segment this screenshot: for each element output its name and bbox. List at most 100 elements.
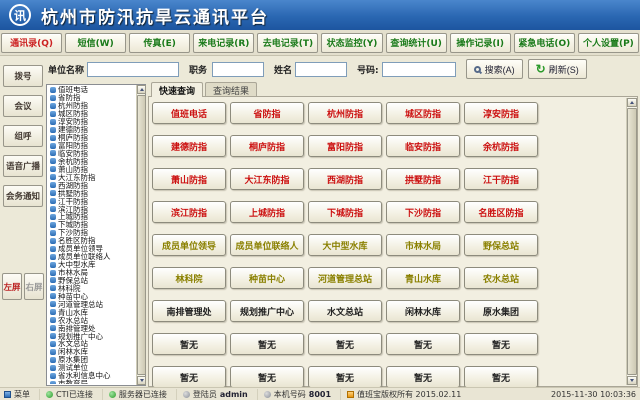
phone-icon [50, 198, 56, 204]
contact-group-button[interactable]: 建德防指 [152, 135, 226, 157]
contact-group-button[interactable]: 西湖防指 [308, 168, 382, 190]
contact-group-button[interactable]: 成员单位联络人 [230, 234, 304, 256]
contact-group-button[interactable]: 城区防指 [386, 102, 460, 124]
search-field-label: 职务 [189, 63, 207, 76]
menu-item[interactable]: 通讯录(Q) [1, 33, 62, 53]
contact-group-button[interactable]: 大中型水库 [308, 234, 382, 256]
phone-icon [50, 111, 56, 117]
contact-group-button[interactable]: 成员单位领导 [152, 234, 226, 256]
contact-group-button[interactable]: 江干防指 [464, 168, 538, 190]
contact-group-button[interactable]: 下城防指 [308, 201, 382, 223]
menu-item[interactable]: 查询统计(U) [386, 33, 447, 53]
contact-group-button[interactable]: 农水总站 [464, 267, 538, 289]
contact-group-button[interactable]: 杭州防指 [308, 102, 382, 124]
contact-group-button[interactable]: 市林水局 [386, 234, 460, 256]
contact-group-button[interactable]: 原水集团 [464, 300, 538, 322]
contact-group-button[interactable]: 暂无 [464, 366, 538, 388]
grid-scrollbar-thumb[interactable] [627, 108, 637, 375]
contact-tree-list: 值班电话省防指杭州防指城区防指淳安防指建德防指桐庐防指富阳防指临安防指余杭防指萧… [48, 86, 135, 384]
local-phone-number: 本机号码 8001 [257, 389, 331, 400]
contact-group-button[interactable]: 种苗中心 [230, 267, 304, 289]
contact-group-button[interactable]: 萧山防指 [152, 168, 226, 190]
phone-icon [50, 317, 56, 323]
contact-group-button[interactable]: 下沙防指 [386, 201, 460, 223]
menu-item[interactable]: 个人设置(P) [578, 33, 639, 53]
sidebar-button[interactable]: 组呼 [3, 125, 43, 147]
phone-icon [50, 230, 56, 236]
contact-group-button[interactable]: 林科院 [152, 267, 226, 289]
cti-status-label: CTI已连接 [56, 389, 93, 400]
contact-group-button[interactable]: 暂无 [308, 366, 382, 388]
sidebar-button[interactable]: 会务通知 [3, 185, 43, 207]
contact-group-button[interactable]: 名胜区防指 [464, 201, 538, 223]
contact-group-button[interactable]: 野保总站 [464, 234, 538, 256]
contact-group-button[interactable]: 规划推广中心 [230, 300, 304, 322]
app-title: 杭州市防汛抗旱云通讯平台 [41, 3, 269, 28]
copyright-text: 值班宝版权所有 2015.02.11 [357, 389, 461, 400]
contact-group-button[interactable]: 拱墅防指 [386, 168, 460, 190]
contact-group-button[interactable]: 临安防指 [386, 135, 460, 157]
sidebar-button[interactable]: 拨号 [3, 65, 43, 87]
phone-icon [50, 349, 56, 355]
contact-group-button[interactable]: 暂无 [386, 333, 460, 355]
sidebar-button[interactable]: 会议 [3, 95, 43, 117]
contact-group-button[interactable]: 暂无 [152, 333, 226, 355]
contact-group-button[interactable]: 暂无 [230, 366, 304, 388]
grid-scrollbar [626, 98, 636, 385]
contact-group-button[interactable]: 南排管理处 [152, 300, 226, 322]
menu-item[interactable]: 状态监控(Y) [321, 33, 382, 53]
scroll-down-icon[interactable] [137, 376, 146, 385]
contact-group-button[interactable]: 暂无 [230, 333, 304, 355]
phone-icon [50, 381, 56, 384]
refresh-button[interactable]: ↻ 刷新(S) [528, 59, 587, 79]
contact-group-button[interactable]: 大江东防指 [230, 168, 304, 190]
contact-group-button[interactable]: 青山水库 [386, 267, 460, 289]
menu-item[interactable]: 去电记录(T) [257, 33, 318, 53]
search-field-input[interactable] [87, 62, 179, 77]
contact-group-button[interactable]: 暂无 [308, 333, 382, 355]
contact-group-button[interactable]: 淳安防指 [464, 102, 538, 124]
screen-toggle-button[interactable]: 左屏 [2, 273, 22, 300]
search-button[interactable]: 搜索(A) [466, 59, 523, 79]
phone-icon [50, 373, 56, 379]
sidebar-button[interactable]: 语音广播 [3, 155, 43, 177]
contact-group-button[interactable]: 值班电话 [152, 102, 226, 124]
screen-toggle-button[interactable]: 右屏 [24, 273, 44, 300]
contact-group-button[interactable]: 闲林水库 [386, 300, 460, 322]
contact-group-button[interactable]: 暂无 [152, 366, 226, 388]
menu-item[interactable]: 紧急电话(O) [514, 33, 575, 53]
scroll-up-icon[interactable] [627, 98, 637, 107]
search-field-input[interactable] [382, 62, 456, 77]
search-field-input[interactable] [212, 62, 264, 77]
contact-group-button[interactable]: 省防指 [230, 102, 304, 124]
menu-item[interactable]: 来电记录(R) [193, 33, 254, 53]
contact-group-button[interactable]: 河道管理总站 [308, 267, 382, 289]
quick-dial-grid: 值班电话省防指杭州防指城区防指淳安防指建德防指桐庐防指富阳防指临安防指余杭防指萧… [152, 102, 538, 388]
copyright-notice: 值班宝版权所有 2015.02.11 [340, 389, 461, 400]
contact-group-button[interactable]: 滨江防指 [152, 201, 226, 223]
scroll-down-icon[interactable] [627, 376, 637, 385]
contact-group-button[interactable]: 水文总站 [308, 300, 382, 322]
scroll-up-icon[interactable] [137, 85, 146, 94]
contact-group-button[interactable]: 上城防指 [230, 201, 304, 223]
contact-group-button[interactable]: 富阳防指 [308, 135, 382, 157]
search-field-input[interactable] [295, 62, 347, 77]
tab-inactive[interactable]: 查询结果 [205, 82, 257, 97]
status-menu-button[interactable]: 菜单 [4, 389, 30, 400]
tab-active[interactable]: 快速查询 [151, 82, 203, 97]
tab-bar: 快速查询查询结果 [148, 82, 638, 97]
menu-item[interactable]: 操作记录(I) [450, 33, 511, 53]
menu-item[interactable]: 传真(E) [129, 33, 190, 53]
server-status-icon [109, 391, 116, 398]
contact-group-button[interactable]: 余杭防指 [464, 135, 538, 157]
menu-item[interactable]: 短信(W) [65, 33, 126, 53]
phone-icon [50, 325, 56, 331]
contact-group-button[interactable]: 桐庐防指 [230, 135, 304, 157]
phone-icon [50, 158, 56, 164]
tree-scrollbar-thumb[interactable] [137, 95, 146, 375]
contact-group-button[interactable]: 暂无 [464, 333, 538, 355]
phone-icon [50, 238, 56, 244]
search-form: 单位名称职务姓名号码: [48, 62, 466, 77]
contact-group-button[interactable]: 暂无 [386, 366, 460, 388]
phone-icon [50, 119, 56, 125]
